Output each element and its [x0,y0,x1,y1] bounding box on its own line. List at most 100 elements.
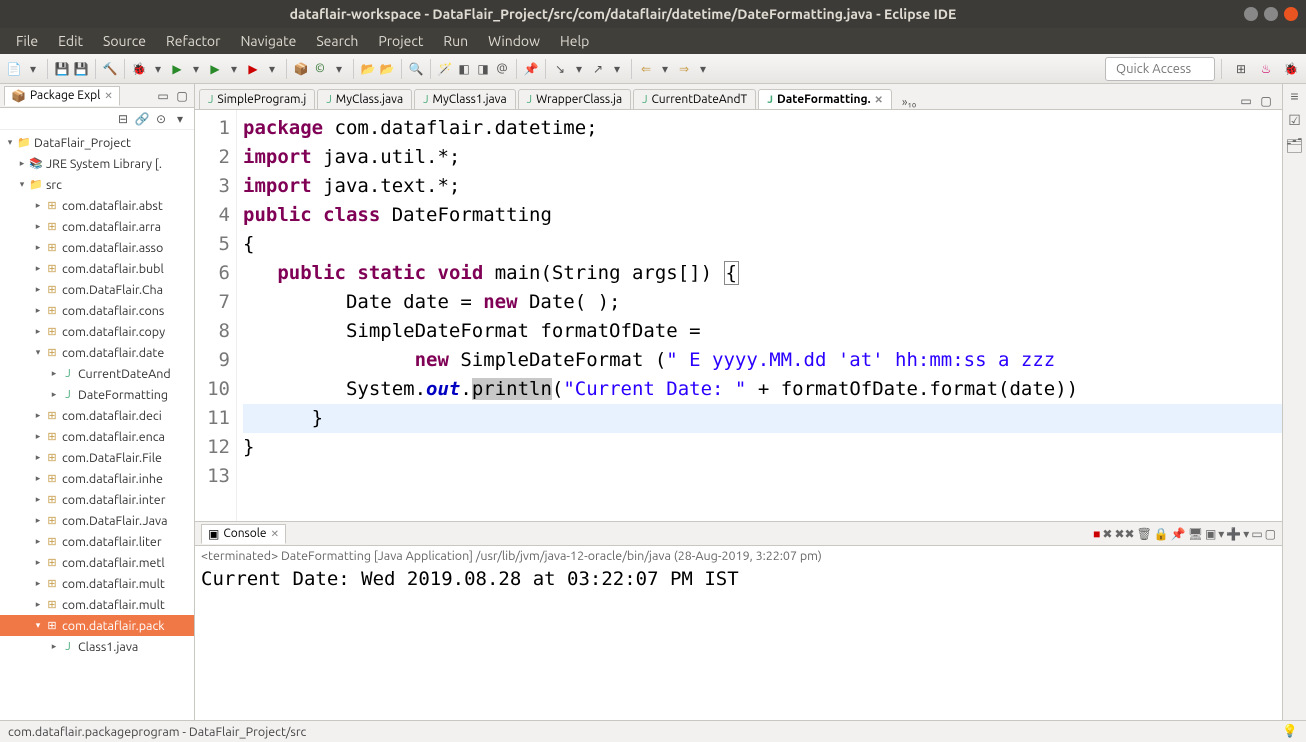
new-icon[interactable]: 📄 [6,61,22,77]
menu-navigate[interactable]: Navigate [232,31,304,51]
pin-icon[interactable]: 📌 [523,61,539,77]
save-all-icon[interactable]: 💾 [73,61,89,77]
terminate-icon[interactable]: ■ [1093,527,1100,541]
collapse-all-icon[interactable]: ⊟ [115,111,131,127]
close-icon[interactable]: ✕ [104,90,112,102]
perspective-debug-icon[interactable]: 🐞 [1282,60,1300,78]
console-output[interactable]: Current Date: Wed 2019.08.28 at 03:22:07… [195,566,1282,720]
dropdown-icon[interactable]: ▾ [657,61,673,77]
forward-icon[interactable]: ⇒ [676,61,692,77]
next-icon[interactable]: ↘ [552,61,568,77]
tree-pkg[interactable]: ▸⊞com.dataflair.enca [0,426,194,447]
toggle2-icon[interactable]: ◨ [475,61,491,77]
close-button[interactable] [1284,7,1298,21]
back-icon[interactable]: ⇐ [638,61,654,77]
tree-pkg[interactable]: ▸⊞com.dataflair.copy [0,321,194,342]
tree-pkg[interactable]: ▸⊞com.dataflair.deci [0,405,194,426]
tree-pkg[interactable]: ▸⊞com.dataflair.asso [0,237,194,258]
open-type-icon[interactable]: 📂 [360,61,376,77]
perspective-open-icon[interactable]: ⊞ [1232,60,1250,78]
dropdown-icon[interactable]: ▾ [1243,527,1249,541]
tree-pkg[interactable]: ▸⊞com.DataFlair.File [0,447,194,468]
tree-pkg[interactable]: ▸⊞com.dataflair.inter [0,489,194,510]
tree-pkg-open[interactable]: ▾⊞com.dataflair.date [0,342,194,363]
code-content[interactable]: package com.dataflair.datetime;import ja… [237,110,1282,521]
debug-icon[interactable]: 🐞 [131,61,147,77]
console-tab[interactable]: ▣ Console ✕ [201,524,286,544]
menu-refactor[interactable]: Refactor [158,31,228,51]
coverage-icon[interactable]: ▶ [207,61,223,77]
pin-icon[interactable]: 📌 [1171,527,1186,541]
new-console-icon[interactable]: ➕ [1226,527,1241,541]
quick-access-input[interactable]: Quick Access [1105,57,1215,81]
new-package-icon[interactable]: 📦 [293,61,309,77]
display-icon[interactable]: 🖥 [1188,527,1203,541]
tree-pkg[interactable]: ▸⊞com.dataflair.mult [0,573,194,594]
build-icon[interactable]: 🔨 [102,61,118,77]
link-icon[interactable]: 🔗 [134,111,150,127]
code-editor[interactable]: 12345678910111213 package com.dataflair.… [195,110,1282,522]
menu-help[interactable]: Help [552,31,597,51]
scroll-lock-icon[interactable]: 🔒 [1154,527,1169,541]
tree-pkg[interactable]: ▸⊞com.dataflair.inhe [0,468,194,489]
tab-simpleprogram[interactable]: JSimpleProgram.j [199,89,315,109]
tree-pkg[interactable]: ▸⊞com.dataflair.bubl [0,258,194,279]
focus-icon[interactable]: ⊙ [153,111,169,127]
maximize-editor-icon[interactable]: ▢ [1258,93,1274,109]
dropdown-icon[interactable]: ▾ [331,61,347,77]
dropdown-icon[interactable]: ▾ [226,61,242,77]
perspective-java-icon[interactable]: ♨ [1257,60,1275,78]
maximize-button[interactable] [1264,7,1278,21]
dropdown-icon[interactable]: ▾ [609,61,625,77]
tree-file[interactable]: ▸JCurrentDateAnd [0,363,194,384]
search-icon[interactable]: 🔍 [408,61,424,77]
minimize-view-icon[interactable]: ▭ [1251,527,1262,541]
tree-jre[interactable]: ▸📚JRE System Library [. [0,153,194,174]
task-list-icon[interactable]: ☑ [1288,112,1301,129]
remove-all-icon[interactable]: ✖✖ [1114,527,1134,541]
tab-overflow-button[interactable]: »₁₀ [902,96,916,109]
tree-file[interactable]: ▸JClass1.java [0,636,194,657]
menu-window[interactable]: Window [480,31,548,51]
outline-icon[interactable]: 🗂 [1286,137,1304,154]
outline-view-icon[interactable]: ≡ [1290,88,1298,104]
minimize-editor-icon[interactable]: ▭ [1238,93,1254,109]
maximize-view-icon[interactable]: ▢ [174,88,190,104]
annotation-icon[interactable]: @ [494,61,510,77]
open-task-icon[interactable]: 📂 [379,61,395,77]
tab-myclass1[interactable]: JMyClass1.java [414,89,516,109]
clear-icon[interactable]: 🗑 [1137,527,1152,541]
menu-search[interactable]: Search [308,31,366,51]
dropdown-icon[interactable]: ▾ [1218,527,1224,541]
dropdown-icon[interactable]: ▾ [25,61,41,77]
tree-pkg[interactable]: ▸⊞com.dataflair.metl [0,552,194,573]
tab-myclass[interactable]: JMyClass.java [317,89,412,109]
run-icon[interactable]: ▶ [169,61,185,77]
toggle-icon[interactable]: ◧ [456,61,472,77]
tip-icon[interactable]: 💡 [1282,724,1298,739]
project-tree[interactable]: ▾📁DataFlair_Project ▸📚JRE System Library… [0,130,194,720]
tree-pkg[interactable]: ▸⊞com.DataFlair.Cha [0,279,194,300]
dropdown-icon[interactable]: ▾ [571,61,587,77]
tree-pkg[interactable]: ▸⊞com.dataflair.arra [0,216,194,237]
tree-src[interactable]: ▾📁src [0,174,194,195]
maximize-view-icon[interactable]: ▢ [1265,527,1276,541]
package-explorer-tab[interactable]: 📦 Package Expl ✕ [4,86,120,106]
tree-pkg[interactable]: ▸⊞com.dataflair.cons [0,300,194,321]
remove-icon[interactable]: ✖ [1102,527,1112,541]
wand-icon[interactable]: 🪄 [437,61,453,77]
dropdown-icon[interactable]: ▾ [188,61,204,77]
tree-pkg[interactable]: ▸⊞com.dataflair.mult [0,594,194,615]
external-icon[interactable]: ▶ [245,61,261,77]
menu-run[interactable]: Run [435,31,476,51]
tree-file[interactable]: ▸JDateFormatting [0,384,194,405]
menu-edit[interactable]: Edit [50,31,91,51]
menu-source[interactable]: Source [95,31,154,51]
tab-currentdate[interactable]: JCurrentDateAndT [633,89,756,109]
save-icon[interactable]: 💾 [54,61,70,77]
minimize-view-icon[interactable]: ▭ [155,88,171,104]
view-menu-icon[interactable]: ▾ [172,111,188,127]
tree-pkg-selected[interactable]: ▾⊞com.dataflair.pack [0,615,194,636]
close-icon[interactable]: ✕ [875,94,883,106]
open-console-icon[interactable]: ▣ [1205,527,1216,541]
